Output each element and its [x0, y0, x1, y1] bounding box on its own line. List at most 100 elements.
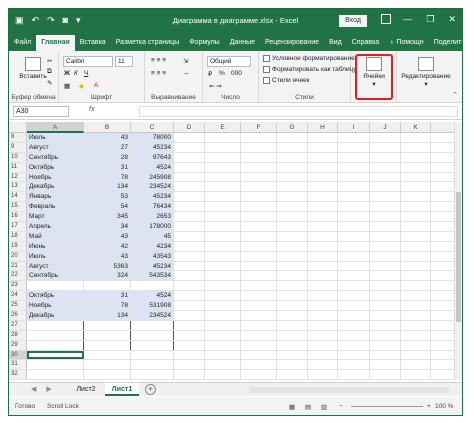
empty-cell[interactable] [277, 271, 308, 281]
cell-c[interactable]: 531908 [131, 301, 174, 311]
empty-cell[interactable] [308, 340, 338, 350]
empty-cell[interactable] [174, 281, 205, 291]
empty-cell[interactable] [370, 320, 401, 330]
empty-cell[interactable] [308, 231, 338, 241]
percent-button[interactable]: % [219, 70, 225, 77]
empty-cell[interactable] [431, 222, 456, 231]
empty-cell[interactable] [277, 291, 308, 301]
empty-cell[interactable] [174, 152, 205, 162]
empty-cell[interactable] [431, 311, 456, 320]
empty-cell[interactable] [308, 291, 338, 301]
minimize-button[interactable]: — [403, 14, 412, 25]
column-header-a[interactable]: A [27, 122, 84, 133]
empty-cell[interactable] [241, 251, 277, 261]
copy-icon[interactable]: ⧉ [47, 68, 52, 76]
empty-cell[interactable] [205, 222, 241, 231]
empty-cell[interactable] [205, 271, 241, 281]
empty-cell[interactable] [338, 133, 370, 142]
cell-a[interactable]: Май [27, 231, 84, 241]
empty-cell[interactable] [241, 271, 277, 281]
cell-a[interactable]: Октябрь [27, 291, 84, 301]
cell-a[interactable]: Июнь [27, 241, 84, 251]
empty-cell[interactable] [174, 182, 205, 192]
row-header[interactable]: 20 [9, 251, 27, 261]
cell-c[interactable]: 4234 [131, 241, 174, 251]
empty-cell[interactable] [338, 311, 370, 320]
zoom-level[interactable]: 100 % [435, 403, 453, 410]
row-header[interactable]: 13 [9, 182, 27, 192]
tab-home[interactable]: Главная [36, 35, 75, 51]
empty-cell[interactable] [370, 281, 401, 291]
empty-cell[interactable] [338, 182, 370, 192]
wrap-text-icon[interactable]: ⇲ [183, 57, 188, 65]
empty-cell[interactable] [205, 320, 241, 330]
empty-cell[interactable] [431, 251, 456, 261]
row-header[interactable]: 11 [9, 162, 27, 172]
empty-cell[interactable] [308, 182, 338, 192]
empty-cell[interactable] [401, 162, 431, 172]
empty-cell[interactable] [431, 350, 456, 360]
empty-cell[interactable] [338, 222, 370, 231]
cell-c[interactable] [131, 340, 174, 350]
empty-cell[interactable] [174, 202, 205, 212]
editing-button[interactable]: Редактирование ▾ [399, 57, 453, 88]
cell-b[interactable]: 31 [84, 291, 131, 301]
row-header[interactable]: 22 [9, 271, 27, 281]
cell-b[interactable]: 43 [84, 231, 131, 241]
empty-cell[interactable] [241, 182, 277, 192]
prev-sheet-icon[interactable]: ◀ [31, 385, 36, 393]
empty-cell[interactable] [174, 172, 205, 182]
cell-a[interactable] [27, 360, 84, 370]
empty-cell[interactable] [205, 360, 241, 370]
row-header[interactable]: 24 [9, 291, 27, 301]
row-header[interactable]: 23 [9, 281, 27, 291]
italic-button[interactable]: К [74, 70, 78, 77]
empty-cell[interactable] [241, 340, 277, 350]
cell-a[interactable] [27, 370, 84, 380]
decimal-icon[interactable]: ⇐ ⇒ [209, 82, 222, 90]
empty-cell[interactable] [241, 172, 277, 182]
row-header[interactable]: 26 [9, 311, 27, 320]
cell-c[interactable] [131, 360, 174, 370]
cell-b[interactable] [84, 330, 131, 340]
empty-cell[interactable] [277, 152, 308, 162]
cell-c[interactable] [131, 320, 174, 330]
cell-styles-button[interactable]: Стили ячеек [263, 77, 310, 84]
empty-cell[interactable] [401, 281, 431, 291]
empty-cell[interactable] [401, 202, 431, 212]
empty-cell[interactable] [370, 162, 401, 172]
cell-b[interactable]: 31 [84, 162, 131, 172]
scroll-thumb[interactable] [456, 192, 461, 322]
empty-cell[interactable] [370, 271, 401, 281]
cell-b[interactable]: 345 [84, 212, 131, 222]
empty-cell[interactable] [370, 142, 401, 152]
empty-cell[interactable] [308, 152, 338, 162]
cell-a[interactable]: Ноябрь [27, 301, 84, 311]
empty-cell[interactable] [241, 222, 277, 231]
empty-cell[interactable] [338, 281, 370, 291]
empty-cell[interactable] [308, 311, 338, 320]
zoom-slider[interactable] [351, 406, 423, 407]
column-header-e[interactable]: E [205, 122, 241, 133]
normal-view-icon[interactable]: ▦ [289, 403, 295, 411]
cell-c[interactable]: 178000 [131, 222, 174, 231]
empty-cell[interactable] [308, 370, 338, 380]
empty-cell[interactable] [338, 340, 370, 350]
empty-cell[interactable] [431, 261, 456, 271]
empty-cell[interactable] [431, 271, 456, 281]
empty-cell[interactable] [205, 212, 241, 222]
cell-b[interactable]: 134 [84, 311, 131, 320]
row-header[interactable]: 28 [9, 330, 27, 340]
close-button[interactable]: ✕ [448, 14, 456, 25]
empty-cell[interactable] [370, 182, 401, 192]
tab-help[interactable]: Справка [347, 35, 384, 51]
collapse-ribbon-icon[interactable]: ⌃ [452, 91, 458, 99]
empty-cell[interactable] [338, 301, 370, 311]
cell-a[interactable]: Сентябрь [27, 271, 84, 281]
cell-a[interactable] [27, 330, 84, 340]
empty-cell[interactable] [277, 231, 308, 241]
bold-button[interactable]: Ж [64, 70, 70, 77]
empty-cell[interactable] [205, 301, 241, 311]
tab-formulas[interactable]: Формулы [184, 35, 224, 51]
empty-cell[interactable] [277, 261, 308, 271]
